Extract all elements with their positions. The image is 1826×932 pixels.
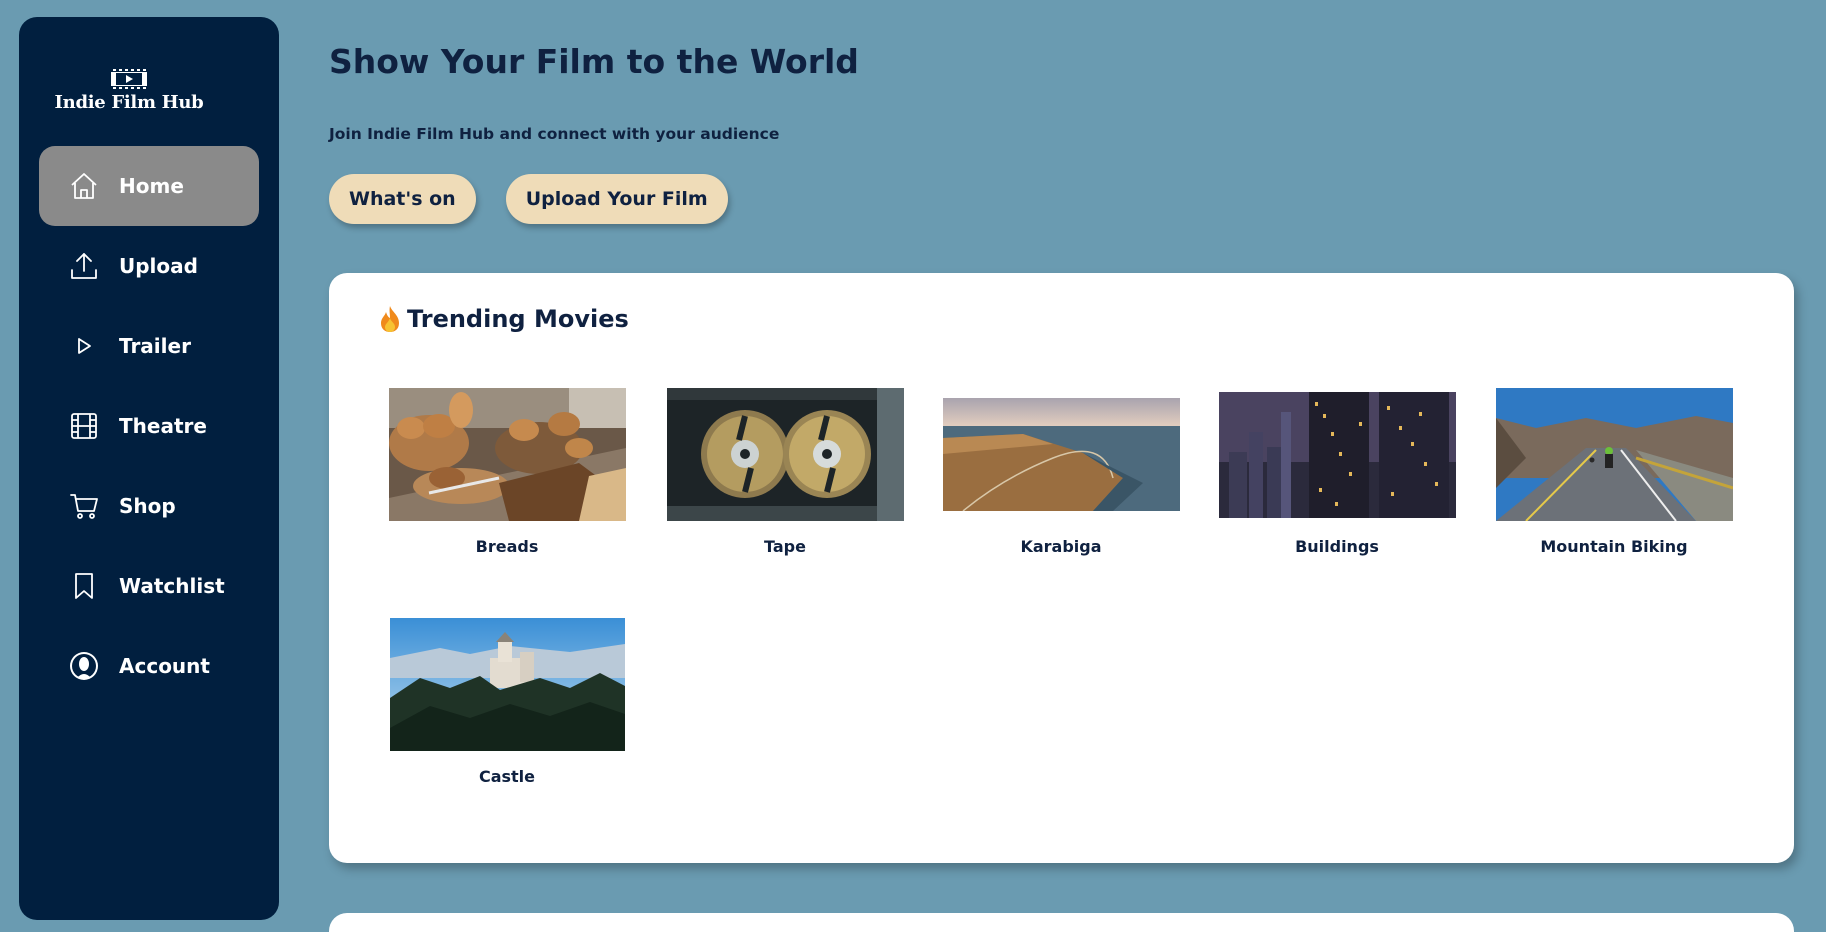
page-subtitle: Join Indie Film Hub and connect with you… <box>329 125 780 143</box>
bookmark-icon <box>69 571 99 601</box>
section-title: Trending Movies <box>377 305 629 333</box>
movie-thumbnail <box>389 618 626 751</box>
film-clapper-icon <box>111 68 147 90</box>
sidebar-item-label: Watchlist <box>119 574 225 598</box>
fire-icon <box>381 306 399 332</box>
sidebar-item-watchlist[interactable]: Watchlist <box>39 546 259 626</box>
sidebar-item-label: Theatre <box>119 414 207 438</box>
movie-card[interactable]: Breads <box>388 388 626 556</box>
sidebar-item-shop[interactable]: Shop <box>39 466 259 546</box>
cart-icon <box>69 491 99 521</box>
movie-thumbnail <box>1495 388 1733 521</box>
movie-thumbnail <box>388 388 626 521</box>
user-icon <box>69 651 99 681</box>
movie-card[interactable]: Buildings <box>1218 388 1456 556</box>
sidebar-item-theatre[interactable]: Theatre <box>39 386 259 466</box>
movie-thumbnail <box>942 388 1180 521</box>
movie-title: Mountain Biking <box>1540 537 1688 556</box>
hero-actions: What's on Upload Your Film <box>329 174 728 224</box>
sidebar-item-label: Shop <box>119 494 176 518</box>
movie-thumbnail <box>1218 388 1456 521</box>
movie-title: Tape <box>764 537 806 556</box>
next-section-card <box>329 913 1794 932</box>
sidebar-item-account[interactable]: Account <box>39 626 259 706</box>
section-title-text: Trending Movies <box>407 305 629 333</box>
upload-icon <box>69 251 99 281</box>
sidebar-nav: Home Upload Trailer Theatre Shop Watchli… <box>19 146 279 706</box>
play-icon <box>69 331 99 361</box>
movie-title: Castle <box>478 767 536 786</box>
sidebar-item-label: Trailer <box>119 334 191 358</box>
brand-logo[interactable]: Indie Film Hub <box>19 67 239 113</box>
sidebar-item-trailer[interactable]: Trailer <box>39 306 259 386</box>
upload-film-button[interactable]: Upload Your Film <box>505 174 728 224</box>
whats-on-button[interactable]: What's on <box>329 174 476 224</box>
trending-movies-card: Trending Movies Breads Tape Karabiga Bui… <box>329 273 1794 863</box>
sidebar-item-home[interactable]: Home <box>39 146 259 226</box>
movie-title: Buildings <box>1295 537 1379 556</box>
sidebar-item-label: Account <box>119 654 210 678</box>
sidebar: Indie Film Hub Home Upload Trailer Theat… <box>19 17 279 920</box>
movie-card[interactable]: Mountain Biking <box>1495 388 1733 556</box>
movie-thumbnail <box>666 388 904 521</box>
sidebar-item-label: Home <box>119 174 184 198</box>
movie-title: Karabiga <box>1020 537 1102 556</box>
movie-title: Breads <box>475 537 539 556</box>
page-title: Show Your Film to the World <box>329 42 859 81</box>
brand-name: Indie Film Hub <box>54 92 204 113</box>
movie-card[interactable]: Karabiga <box>942 388 1180 556</box>
sidebar-item-label: Upload <box>119 254 198 278</box>
movie-card[interactable]: Tape <box>666 388 904 556</box>
film-icon <box>69 411 99 441</box>
home-icon <box>69 171 99 201</box>
movie-card[interactable]: Castle <box>388 618 626 786</box>
sidebar-item-upload[interactable]: Upload <box>39 226 259 306</box>
